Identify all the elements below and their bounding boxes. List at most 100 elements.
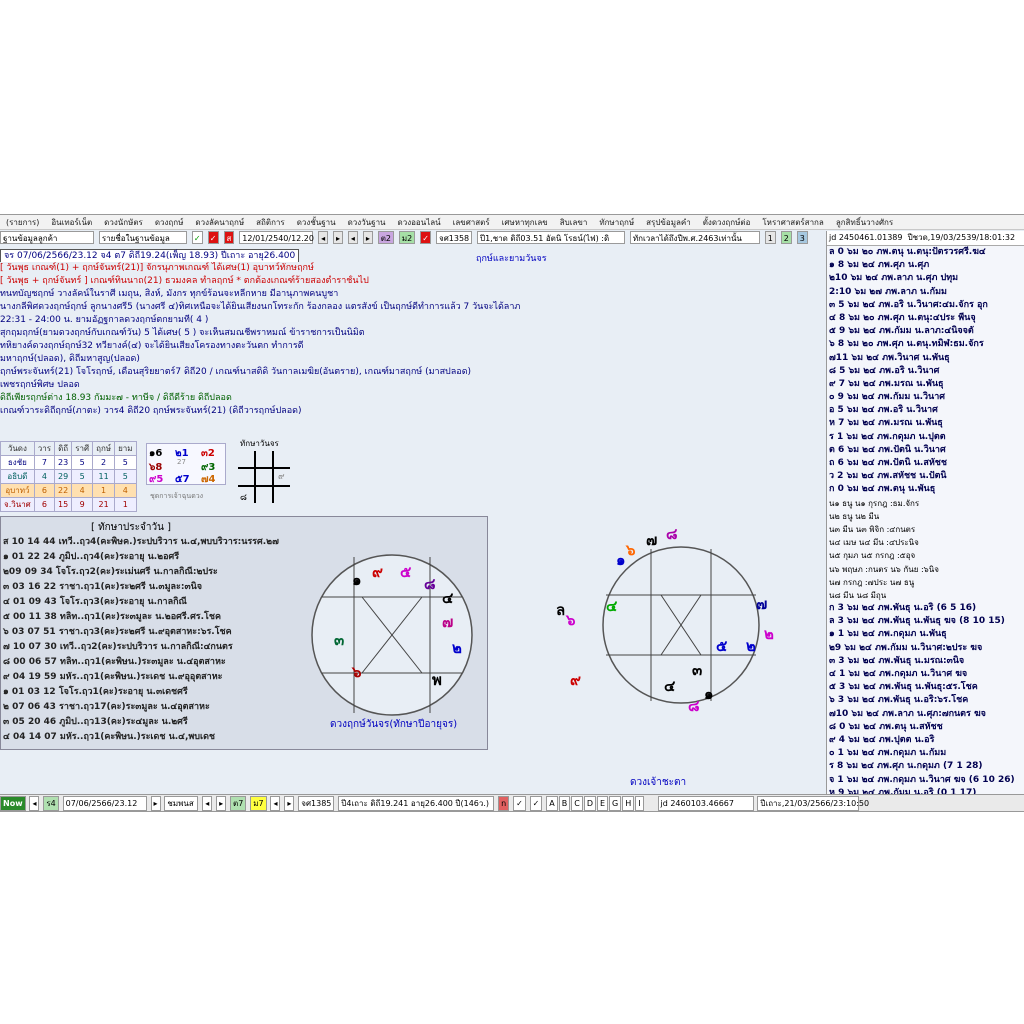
letter-button[interactable]: D	[583, 796, 596, 811]
step-back-button[interactable]: ◂	[318, 231, 329, 244]
nine-box-cell: ๙5	[149, 474, 164, 485]
taksa-mark-bl: ๘	[240, 493, 247, 503]
omen-line: จร 07/06/2566/23.12 จ4 ต7 ดิถี19.24(เพ็ญ…	[0, 249, 540, 262]
check-toggle-1[interactable]: ✓	[191, 231, 203, 244]
planet-row: ๔ 1 ๖ม ๒๔ ภพ.กดุมภ น.วินาศ ฆจ	[829, 669, 968, 679]
planet-row: จ 1 ๖ม ๒๔ ภพ.กดุมภ น.วินาศ ฆจ (6 10 26)	[829, 774, 1015, 785]
letter-button[interactable]: G	[609, 796, 622, 811]
omen-line: เกณฑ์วาระดิถีฤกษ์(ภาตะ) วาร4 ดิถี20 ฤกษ์…	[0, 406, 302, 416]
taksa-mark-tr: ๙	[278, 472, 285, 482]
view-1-button[interactable]: 1	[764, 231, 776, 244]
menu-item[interactable]: สถิติการ	[250, 215, 291, 229]
date-field[interactable]: 12/01/2540/12.20	[239, 231, 314, 244]
menu-item[interactable]: ตั้งดวงฤกษ์ต่อ	[697, 215, 757, 229]
natal-planet-mark: ๙	[570, 671, 581, 689]
dataset-select[interactable]: ฐานข้อมูลลูกค้า	[0, 231, 94, 244]
back-button[interactable]: ◂	[29, 796, 40, 811]
view-3-button[interactable]: 3	[796, 231, 808, 244]
check-a[interactable]: ✓	[513, 796, 526, 811]
menu-item[interactable]: ดวงวันฐาน	[342, 215, 392, 229]
omen-line: มหาฤกษ์(ปลอด), ดิถีมหาสูญ(ปลอด)	[0, 354, 140, 364]
menu-item[interactable]: ดวงลัคนาฤกษ์	[189, 215, 250, 229]
table-cell: 11	[92, 469, 116, 484]
customer-search[interactable]: รายชื่อในฐานข้อมูล	[98, 231, 187, 244]
ja-field[interactable]: จศ1358	[436, 231, 473, 244]
now-button[interactable]: Now	[0, 796, 26, 811]
menu-item[interactable]: ดวงชั้นฐาน	[291, 215, 342, 229]
taksa-row: ๙ 04 19 59 มหัร..ฤว1(คะพิษน.)ระเดช น.๙อุ…	[3, 672, 223, 682]
natal-chart-caption: ดวงเจ้าชะตา	[630, 777, 687, 788]
menu-item[interactable]: ลูกสิทธิ์นวางศักร	[830, 215, 899, 229]
planet-row: ๖ 8 ๖ม ๒๐ ภพ.ศุภ น.ตนุ.ทมิฬ:ธม.จักร	[829, 339, 984, 350]
n-button[interactable]: n	[498, 796, 510, 811]
nav-3[interactable]: ◂	[270, 796, 281, 811]
status-date-field[interactable]: 07/06/2566/23.12	[62, 796, 147, 811]
natal-planet-mark: ๔	[606, 597, 618, 615]
letter-button[interactable]: I	[635, 796, 644, 811]
natal-planet-mark: ๑	[616, 551, 626, 569]
omen-line: [ วันพุธ + ฤกษ์จันทร์ ] เกณฑ์ทินนาถ(21) …	[0, 276, 369, 286]
transit-planet-mark: ๗	[442, 613, 453, 631]
natal-planet-mark: ๔	[664, 677, 676, 695]
menu-item[interactable]: ทักษาฤกษ์	[593, 215, 640, 229]
menu-item[interactable]: ดวงนักษัตร	[98, 215, 149, 229]
planet-row: ร 8 ๖ม ๒๔ ภพ.ศุภ น.กดุมภ (7 1 28)	[829, 761, 983, 772]
letter-button[interactable]: H	[622, 796, 635, 811]
step-forward-2-button[interactable]: ▸	[362, 231, 373, 244]
omen-line: ดิถีเพียรฤกษ์ต่าง 18.93 กัมมะ๗ - ทาษีจ /…	[0, 393, 232, 403]
step-forward-button[interactable]: ▸	[333, 231, 344, 244]
planet-row: ๙ 7 ๖ม ๒๔ ภพ.มรณ น.พันธุ	[829, 378, 944, 389]
planet-row: ๒9 ๖ม ๒๔ ภพ.กัมม น.วินาศ:๒ประ ฆจ	[829, 642, 983, 653]
natal-planet-mark: ๓	[692, 661, 702, 679]
step-button[interactable]: ▸	[150, 796, 161, 811]
menu-item[interactable]: สิบเลขา	[554, 215, 594, 229]
step-back-2-button[interactable]: ◂	[347, 231, 358, 244]
status-bar: Now ◂ ร4 07/06/2566/23.12 ▸ ชมพนส ◂ ▸ ต7…	[0, 794, 1024, 811]
letter-button[interactable]: A	[546, 796, 558, 811]
planet-row: น๖ พฤษภ :กนตร น๖ กันย :๖นิจ	[829, 564, 939, 574]
check-toggle-2[interactable]: ✓	[207, 231, 219, 244]
menu-item[interactable]: เลขศาสตร์	[447, 215, 496, 229]
menu-item[interactable]: เศษหาทุกเลข	[496, 215, 554, 229]
nine-box-caption: ชุดการเจ้าฉุนดวง	[150, 492, 204, 500]
natal-planet-mark: ๖	[625, 541, 636, 559]
check-b[interactable]: ✓	[529, 796, 543, 811]
time-rule-select[interactable]: ทักเวลาได้ถึงปีพ.ศ.2463เท่านั้น	[629, 231, 760, 244]
planet-row: น๘ มีน น๘ มีถุน	[829, 590, 887, 600]
planet-row: ๗11 ๖ม ๒๔ ภพ.วินาศ น.พันธุ	[829, 352, 950, 363]
table-cell: อุบาทว์	[0, 483, 35, 498]
taksa-row: ๑ 01 03 12 โจโร.ฤว1(คะ)ระอายุ น.๓เดชศรี	[3, 687, 188, 697]
menu-item[interactable]: ดวงออนไลน์	[392, 215, 447, 229]
planet-row: ๔ 8 ๖ม ๒๐ ภพ.ศุภ น.ตนุ:๔ประ พีนจุ	[829, 312, 976, 323]
menu-item[interactable]: โหราศาสตร์สากล	[756, 215, 829, 229]
planet-row: ๘ 5 ๖ม ๒๔ ภพ.อริ น.วินาศ	[829, 365, 940, 376]
nav-2[interactable]: ▸	[216, 796, 227, 811]
table-cell: 22	[54, 483, 73, 498]
m7-field[interactable]: ม7	[250, 796, 267, 811]
table-cell: 4	[33, 469, 56, 484]
t7-field[interactable]: ต7	[230, 796, 247, 811]
table-header-cell: ยาม	[114, 441, 137, 456]
menu-item[interactable]: ดวงฤกษ์	[149, 215, 190, 229]
menu-item[interactable]: อินเทอร์เน็ต	[45, 215, 98, 229]
omen-line: เพชรฤกษ์พิศษ ปลอด	[0, 380, 80, 390]
letter-button[interactable]: C	[571, 796, 583, 811]
m2-field[interactable]: ม2	[398, 231, 416, 244]
planet-row: 2:10 ๖ม ๒๗ ภพ.ลาภ น.กัมม	[829, 286, 947, 297]
omen-line: นางกลีพิศดวงฤกษ์ฤกษ์ ลูกนางศรี5 (นางศรี …	[0, 302, 521, 312]
nav-1[interactable]: ◂	[202, 796, 213, 811]
red-flag-button[interactable]: ส	[223, 231, 235, 244]
planet-row: ล 0 ๖ม ๒๐ ภพ.ตนุ น.ตนุ:ปัตรวรศรี.ฆ๔	[829, 247, 986, 257]
menu-item[interactable]: สรุปข้อมูลคำ	[640, 215, 697, 229]
planet-row: น๓ มีน น๓ พิจิก :๔กนตร	[829, 524, 916, 534]
table-header-cell: ดิถี	[54, 441, 73, 456]
menu-item[interactable]: (รายการ)	[0, 215, 45, 229]
place-field[interactable]: ชมพนส	[164, 796, 199, 811]
nav-4[interactable]: ▸	[284, 796, 295, 811]
day-table: วันดง วาร ดิถี ราศี ฤกษ์ ยาม ธงชัย 7 23 5 2 5 อธิบดี…	[0, 441, 137, 512]
check-toggle-3[interactable]: ✓	[420, 231, 432, 244]
z2-field[interactable]: ต2	[377, 231, 394, 244]
letter-button[interactable]: E	[596, 796, 609, 811]
letter-button[interactable]: B	[558, 796, 571, 811]
view-2-button[interactable]: 2	[780, 231, 792, 244]
